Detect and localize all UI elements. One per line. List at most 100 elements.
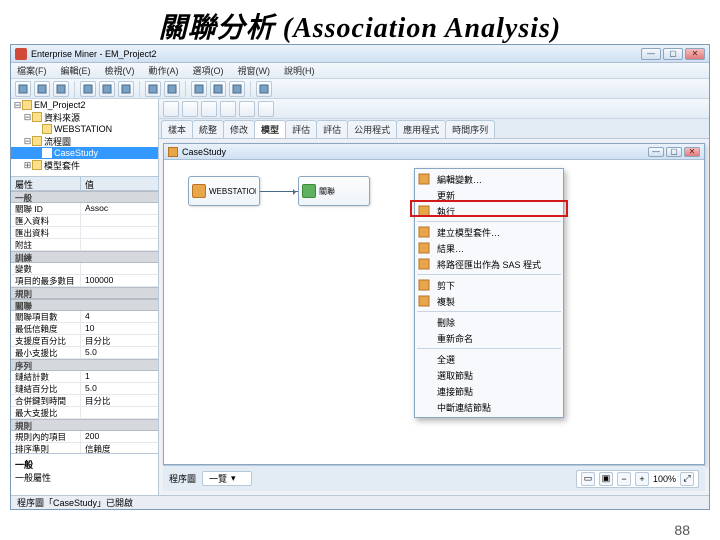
property-row[interactable]: 附註 (11, 239, 158, 251)
property-value[interactable]: 10 (81, 323, 158, 334)
context-menu-item[interactable]: 重新命名 (415, 330, 563, 346)
zoom-fit-icon[interactable]: ▣ (599, 472, 613, 486)
help-icon[interactable] (256, 81, 272, 97)
tree-item[interactable]: ⊟資料來源 (11, 111, 158, 123)
property-row[interactable]: 鏈結計數1 (11, 371, 158, 383)
category-tab[interactable]: 評估 (285, 120, 317, 138)
context-menu-item[interactable]: 編輯變數… (415, 171, 563, 187)
node-data-source[interactable]: WEBSTATION (188, 176, 260, 206)
menu-item[interactable]: 檔案(F) (17, 64, 47, 77)
property-row[interactable]: 規則內的項目200 (11, 431, 158, 443)
context-menu-item[interactable]: 中斷連結節點 (415, 399, 563, 415)
file-open-icon[interactable] (34, 81, 50, 97)
zoom-rect-icon[interactable]: ▭ (581, 472, 595, 486)
tree-expand-icon[interactable]: ⊞ (23, 160, 32, 171)
tree-expand-icon[interactable]: ⊟ (23, 136, 32, 147)
results-icon[interactable] (229, 81, 245, 97)
property-value[interactable]: 1 (81, 371, 158, 382)
redo-icon[interactable] (164, 81, 180, 97)
menu-item[interactable]: 動作(A) (149, 64, 179, 77)
category-tab[interactable]: 評估 (316, 120, 348, 138)
menu-item[interactable]: 選項(O) (193, 64, 224, 77)
property-grid[interactable]: 一般關聯 IDAssoc匯入資料匯出資料附註訓練變數項目的最多數目100000規… (11, 191, 158, 453)
palette-tool-icon[interactable] (163, 101, 179, 117)
sub-maximize-button[interactable]: ▢ (666, 147, 682, 157)
category-tab[interactable]: 模型 (254, 120, 286, 138)
context-menu-item[interactable]: 結果… (415, 240, 563, 256)
property-row[interactable]: 排序準則信賴度 (11, 443, 158, 453)
category-tab[interactable]: 應用程式 (396, 120, 446, 138)
context-menu-item[interactable]: 複製 (415, 293, 563, 309)
undo-icon[interactable] (145, 81, 161, 97)
property-row[interactable]: 關聯 IDAssoc (11, 203, 158, 215)
menu-item[interactable]: 視窗(W) (238, 64, 271, 77)
context-menu-item[interactable]: 執行 (415, 203, 563, 219)
minimize-button[interactable]: — (641, 48, 661, 60)
file-new-icon[interactable] (15, 81, 31, 97)
view-mode-dropdown[interactable]: 一覽 ▾ (202, 471, 252, 486)
property-value[interactable] (81, 227, 158, 238)
cut-icon[interactable] (80, 81, 96, 97)
context-menu-item[interactable]: 連接節點 (415, 383, 563, 399)
menu-item[interactable]: 說明(H) (284, 64, 315, 77)
property-row[interactable]: 變數 (11, 263, 158, 275)
sub-close-button[interactable]: ✕ (684, 147, 700, 157)
category-tab[interactable]: 時間序列 (445, 120, 495, 138)
property-value[interactable]: Assoc (81, 203, 158, 214)
property-value[interactable] (81, 239, 158, 250)
property-value[interactable] (81, 263, 158, 274)
palette-tool-icon[interactable] (239, 101, 255, 117)
save-icon[interactable] (53, 81, 69, 97)
diagram-canvas[interactable]: WEBSTATION 關聯 編輯變數…更新執行建立模型套件…結果…將路徑匯出作為… (164, 160, 704, 464)
tree-item[interactable]: ⊞模型套件 (11, 159, 158, 171)
diagram-edge[interactable] (260, 191, 298, 192)
property-value[interactable] (81, 215, 158, 226)
property-row[interactable]: 最低信賴度10 (11, 323, 158, 335)
category-tab[interactable]: 公用程式 (347, 120, 397, 138)
project-tree[interactable]: ⊟EM_Project2⊟資料來源WEBSTATION⊟流程圖CaseStudy… (11, 99, 158, 177)
context-menu-item[interactable]: 建立模型套件… (415, 224, 563, 240)
property-row[interactable]: 最小支援比5.0 (11, 347, 158, 359)
palette-tool-icon[interactable] (258, 101, 274, 117)
tree-item[interactable]: ⊟EM_Project2 (11, 99, 158, 111)
context-menu-item[interactable]: 選取節點 (415, 367, 563, 383)
tree-item[interactable]: CaseStudy (11, 147, 158, 159)
tree-item[interactable]: ⊟流程圖 (11, 135, 158, 147)
menu-item[interactable]: 編輯(E) (61, 64, 91, 77)
category-tab[interactable]: 統整 (192, 120, 224, 138)
palette-tool-icon[interactable] (220, 101, 236, 117)
property-value[interactable]: 目分比 (81, 395, 158, 406)
context-menu-item[interactable]: 更新 (415, 187, 563, 203)
stop-icon[interactable] (210, 81, 226, 97)
property-value[interactable]: 目分比 (81, 335, 158, 346)
run-icon[interactable] (191, 81, 207, 97)
close-button[interactable]: ✕ (685, 48, 705, 60)
tree-expand-icon[interactable]: ⊟ (23, 112, 32, 123)
property-value[interactable]: 200 (81, 431, 158, 442)
zoom-reset-button[interactable]: ⤢ (680, 472, 694, 486)
property-row[interactable]: 最大支援比 (11, 407, 158, 419)
property-row[interactable]: 項目的最多數目100000 (11, 275, 158, 287)
tree-item[interactable]: WEBSTATION (11, 123, 158, 135)
property-row[interactable]: 合併鍵到時間目分比 (11, 395, 158, 407)
category-tab[interactable]: 樣本 (161, 120, 193, 138)
copy-icon[interactable] (99, 81, 115, 97)
property-value[interactable] (81, 407, 158, 418)
palette-tool-icon[interactable] (182, 101, 198, 117)
property-row[interactable]: 關聯項目數4 (11, 311, 158, 323)
context-menu-item[interactable]: 全選 (415, 351, 563, 367)
category-tab[interactable]: 修改 (223, 120, 255, 138)
tree-expand-icon[interactable]: ⊟ (13, 100, 22, 111)
property-value[interactable]: 100000 (81, 275, 158, 286)
sub-minimize-button[interactable]: — (648, 147, 664, 157)
maximize-button[interactable]: ▢ (663, 48, 683, 60)
context-menu-item[interactable]: 剪下 (415, 277, 563, 293)
property-value[interactable]: 4 (81, 311, 158, 322)
context-menu-item[interactable]: 刪除 (415, 314, 563, 330)
menu-item[interactable]: 檢視(V) (105, 64, 135, 77)
node-context-menu[interactable]: 編輯變數…更新執行建立模型套件…結果…將路徑匯出作為 SAS 程式剪下複製刪除重… (414, 168, 564, 418)
property-value[interactable]: 5.0 (81, 383, 158, 394)
zoom-out-button[interactable]: − (617, 472, 631, 486)
property-value[interactable]: 信賴度 (81, 443, 158, 453)
palette-tool-icon[interactable] (201, 101, 217, 117)
